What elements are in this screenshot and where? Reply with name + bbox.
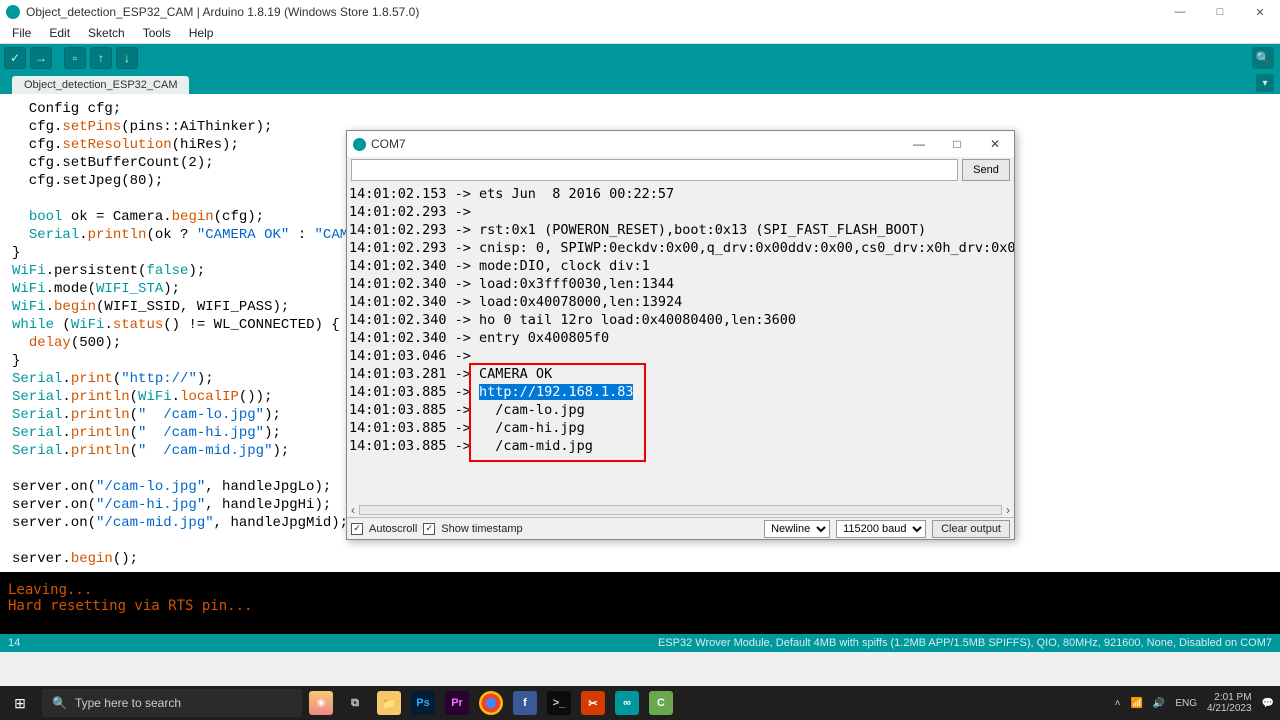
verify-button[interactable]: ✓ — [4, 47, 26, 69]
tray-language[interactable]: ENG — [1175, 698, 1197, 709]
serial-monitor-button[interactable]: 🔍 — [1252, 47, 1274, 69]
autoscroll-label: Autoscroll — [369, 523, 417, 535]
status-board-info: ESP32 Wrover Module, Default 4MB with sp… — [658, 637, 1272, 649]
menu-sketch[interactable]: Sketch — [80, 24, 133, 43]
arduino-icon — [353, 138, 366, 151]
menu-file[interactable]: File — [4, 24, 39, 43]
search-placeholder: Type here to search — [75, 696, 181, 710]
minimize-button[interactable]: — — [1160, 0, 1200, 24]
serial-maximize-button[interactable]: □ — [938, 131, 976, 157]
system-tray[interactable]: ˄ 📶 🔊 ENG 2:01 PM 4/21/2023 💬 — [1115, 692, 1280, 714]
autoscroll-checkbox[interactable]: ✓ — [351, 523, 363, 535]
serial-output[interactable]: 14:01:02.153 -> ets Jun 8 2016 00:22:57 … — [347, 183, 1014, 503]
arduino-icon — [6, 5, 20, 19]
statusbar: 14 ESP32 Wrover Module, Default 4MB with… — [0, 634, 1280, 652]
serial-footer: ✓ Autoscroll ✓ Show timestamp Newline 11… — [347, 517, 1014, 539]
task-icon-camtasia[interactable]: C — [644, 686, 678, 720]
serial-monitor-window: COM7 — □ ✕ Send 14:01:02.153 -> ets Jun … — [346, 130, 1015, 540]
serial-minimize-button[interactable]: — — [900, 131, 938, 157]
serial-title: COM7 — [371, 137, 406, 151]
tray-wifi-icon[interactable]: 📶 — [1130, 698, 1142, 709]
console-line: Hard resetting via RTS pin... — [8, 598, 1272, 614]
tray-volume-icon[interactable]: 🔊 — [1153, 698, 1165, 709]
menu-tools[interactable]: Tools — [135, 24, 179, 43]
toolbar: ✓ → ▫ ↑ ↓ 🔍 — [0, 44, 1280, 72]
task-icon-weather[interactable]: ☀ — [304, 686, 338, 720]
upload-button[interactable]: → — [30, 47, 52, 69]
window-titlebar: Object_detection_ESP32_CAM | Arduino 1.8… — [0, 0, 1280, 24]
console-line: Leaving... — [8, 582, 1272, 598]
menu-help[interactable]: Help — [181, 24, 222, 43]
line-ending-select[interactable]: Newline — [764, 520, 830, 538]
serial-send-button[interactable]: Send — [962, 159, 1010, 181]
menubar: File Edit Sketch Tools Help — [0, 24, 1280, 44]
task-icon-explorer[interactable]: 📁 — [372, 686, 406, 720]
tab-menu-button[interactable]: ▾ — [1256, 74, 1274, 92]
task-icon-premiere[interactable]: Pr — [440, 686, 474, 720]
menu-edit[interactable]: Edit — [41, 24, 78, 43]
status-line-number: 14 — [8, 637, 20, 649]
tray-time: 2:01 PM — [1207, 692, 1252, 703]
timestamp-checkbox[interactable]: ✓ — [423, 523, 435, 535]
tray-notifications-icon[interactable]: 💬 — [1262, 698, 1274, 709]
tray-date: 4/21/2023 — [1207, 703, 1252, 714]
start-button[interactable]: ⊞ — [0, 686, 40, 720]
output-console: Leaving... Hard resetting via RTS pin... — [0, 572, 1280, 634]
maximize-button[interactable]: □ — [1200, 0, 1240, 24]
serial-close-button[interactable]: ✕ — [976, 131, 1014, 157]
tab-bar: Object_detection_ESP32_CAM ▾ — [0, 72, 1280, 94]
task-icon-terminal[interactable]: >_ — [542, 686, 576, 720]
serial-input[interactable] — [351, 159, 958, 181]
search-icon: 🔍 — [52, 696, 67, 710]
task-icon-chrome[interactable] — [474, 686, 508, 720]
clear-output-button[interactable]: Clear output — [932, 520, 1010, 538]
serial-hscrollbar[interactable]: ‹› — [347, 503, 1014, 517]
close-button[interactable]: ✕ — [1240, 0, 1280, 24]
taskbar-search[interactable]: 🔍 Type here to search — [42, 689, 302, 717]
tab-sketch[interactable]: Object_detection_ESP32_CAM — [12, 76, 189, 94]
task-icon-photoshop[interactable]: Ps — [406, 686, 440, 720]
tray-chevron-icon[interactable]: ˄ — [1115, 698, 1121, 709]
task-icon-friday[interactable]: f — [508, 686, 542, 720]
taskbar: ⊞ 🔍 Type here to search ☀ ⧉ 📁 Ps Pr f >_… — [0, 686, 1280, 720]
new-button[interactable]: ▫ — [64, 47, 86, 69]
task-icon-snip[interactable]: ✂ — [576, 686, 610, 720]
baud-select[interactable]: 115200 baud — [836, 520, 926, 538]
timestamp-label: Show timestamp — [441, 523, 522, 535]
window-title: Object_detection_ESP32_CAM | Arduino 1.8… — [26, 5, 419, 19]
serial-titlebar: COM7 — □ ✕ — [347, 131, 1014, 157]
task-icon-arduino[interactable]: ∞ — [610, 686, 644, 720]
open-button[interactable]: ↑ — [90, 47, 112, 69]
save-button[interactable]: ↓ — [116, 47, 138, 69]
task-icon-taskview[interactable]: ⧉ — [338, 686, 372, 720]
